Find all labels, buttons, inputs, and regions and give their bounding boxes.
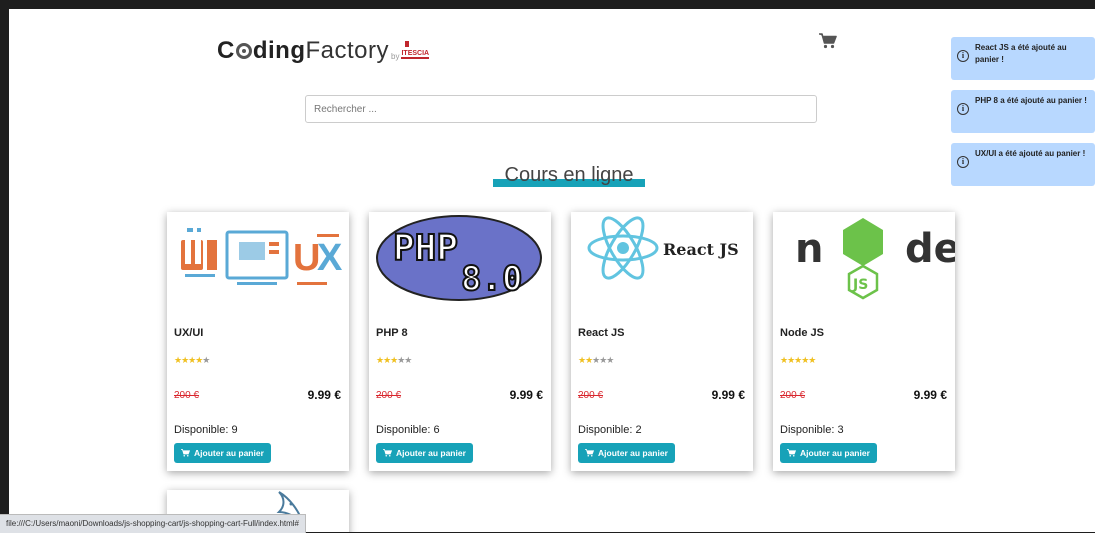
toast-text: PHP 8 a été ajouté au panier ! [975,96,1087,105]
add-to-cart-label: Ajouter au panier [598,448,668,458]
shopping-cart-icon [383,449,392,457]
rating-stars: ★★★★★ [578,355,614,365]
svg-text:PHP: PHP [393,228,458,269]
itescia-logo: ITESCIA [401,41,430,59]
add-to-cart-button[interactable]: Ajouter au panier [376,443,473,463]
shopping-cart-icon[interactable] [819,33,837,49]
product-card-nodejs: n de JS Node JS ★★★★★ 200 € 9.99 € Dispo… [773,212,961,471]
svg-text:n: n [795,226,823,272]
old-price: 200 € [578,390,604,401]
old-price: 200 € [174,390,200,401]
product-title: React JS [578,327,625,339]
search-input[interactable] [305,95,817,123]
product-card-uxui: U X UX/UI ★★★★★ 200 € 9.99 € Disponible:… [167,212,349,471]
product-title: UX/UI [174,327,204,339]
status-bar-url: file:///C:/Users/maoni/Downloads/js-shop… [0,514,307,533]
toast-notification[interactable]: i UX/UI a été ajouté au panier ! [951,143,1095,186]
product-card-reactjs: React JS React JS ★★★★★ 200 € 9.99 € Dis… [571,212,753,471]
svg-text:de: de [905,226,955,272]
rating-stars: ★★★★★ [376,355,412,365]
toast-notification[interactable]: i React JS a été ajouté au panier ! [951,37,1095,80]
section-title: Cours en ligne [489,164,649,187]
toast-notification[interactable]: i PHP 8 a été ajouté au panier ! [951,90,1095,133]
toast-text: React JS a été ajouté au panier ! [975,43,1067,64]
shopping-cart-icon [787,449,796,457]
price: 9.99 € [711,388,745,402]
logo-o-icon [235,43,252,59]
nodejs-course-image: n de JS [773,212,961,312]
add-to-cart-label: Ajouter au panier [194,448,264,458]
coding-factory-logo[interactable]: Cding Factory by ITESCIA [217,33,430,65]
old-price: 200 € [376,390,402,401]
price: 9.99 € [307,388,341,402]
svg-text:8.0: 8.0 [461,259,522,299]
stock-label: Disponible: 6 [376,424,440,436]
info-circle-icon: i [957,103,969,115]
add-to-cart-button[interactable]: Ajouter au panier [174,443,271,463]
add-to-cart-button[interactable]: Ajouter au panier [780,443,877,463]
stock-label: Disponible: 9 [174,424,238,436]
svg-text:JS: JS [852,277,868,293]
php8-course-image: PHP 8.0 [369,212,551,312]
logo-coding-text: Cding [217,37,306,64]
add-to-cart-label: Ajouter au panier [800,448,870,458]
logo-factory-text: Factory [305,37,390,64]
product-title: Node JS [780,327,825,339]
react-logo-text: React JS [663,240,739,259]
rating-stars: ★★★★★ [780,355,816,365]
section-title-text: Cours en ligne [504,164,634,186]
page: Cding Factory by ITESCIA Cours en ligne [9,9,1095,532]
shopping-cart-icon [181,449,190,457]
price: 9.99 € [509,388,543,402]
svg-text:X: X [317,237,343,279]
shopping-cart-icon [585,449,594,457]
product-card-php8: PHP 8.0 PHP 8 ★★★★★ 200 € 9.99 € Disponi… [369,212,551,471]
old-price: 200 € [780,390,806,401]
toast-text: UX/UI a été ajouté au panier ! [975,149,1086,158]
add-to-cart-button[interactable]: Ajouter au panier [578,443,675,463]
uxui-course-image: U X [167,212,349,312]
product-title: PHP 8 [376,327,408,339]
stock-label: Disponible: 3 [780,424,844,436]
price: 9.99 € [913,388,947,402]
rating-stars: ★★★★★ [174,355,210,365]
add-to-cart-label: Ajouter au panier [396,448,466,458]
info-circle-icon: i [957,156,969,168]
reactjs-course-image: React JS [571,212,753,312]
info-circle-icon: i [957,50,969,62]
stock-label: Disponible: 2 [578,424,642,436]
logo-by-text: by [391,52,400,61]
